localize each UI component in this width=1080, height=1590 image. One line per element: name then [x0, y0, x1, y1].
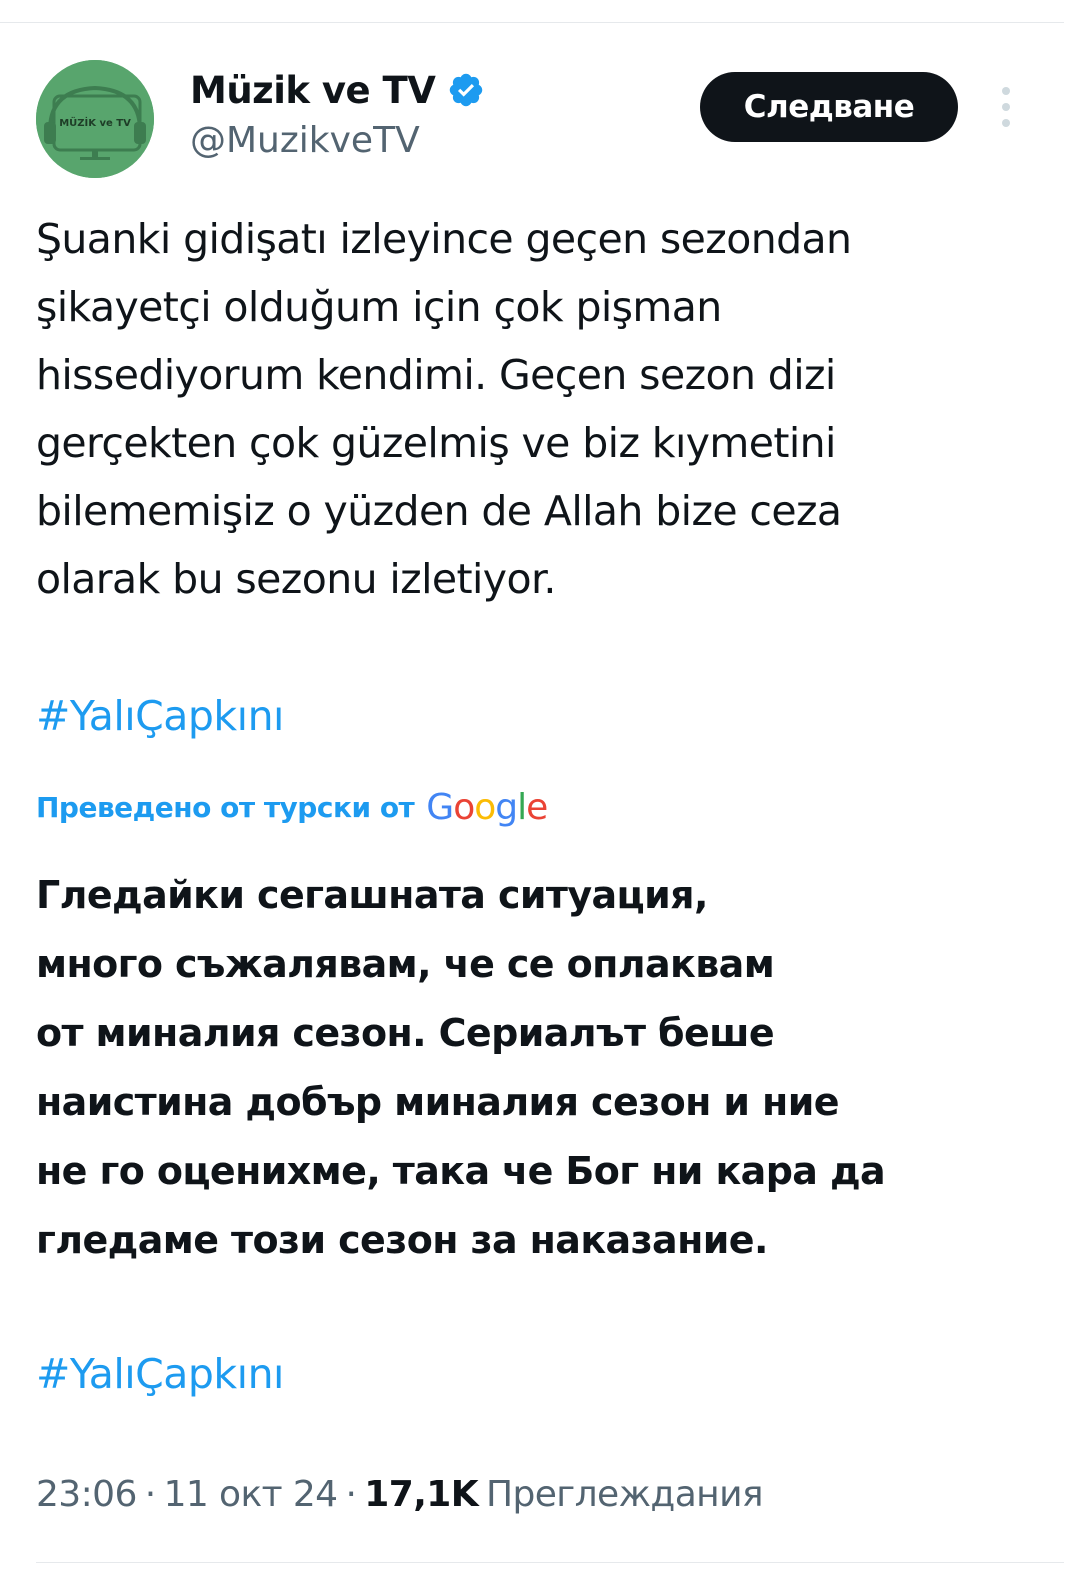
tweet-date[interactable]: 11 окт 24 [164, 1474, 338, 1515]
tweet-line: bilememişiz o yüzden de Allah bize ceza [36, 487, 842, 535]
translation-line: наистина добър миналия сезон и ние [36, 1080, 839, 1124]
verified-badge-icon [450, 73, 483, 107]
top-divider [0, 22, 1064, 23]
hashtag-link[interactable]: #YalıÇapkını [36, 692, 284, 740]
views-label[interactable]: Преглеждания [486, 1474, 764, 1515]
translated-label: Преведено от турски от [36, 790, 415, 824]
meta-separator: · [345, 1474, 357, 1515]
meta-separator: · [144, 1474, 156, 1515]
translation-line: Гледайки сегашната ситуация, [36, 873, 708, 917]
more-vertical-icon[interactable] [990, 84, 1022, 130]
translation-text: Гледайки сегашната ситуация, много съжал… [36, 861, 1046, 1275]
follow-button[interactable]: Следване [700, 72, 958, 142]
google-logo: Google [426, 786, 548, 828]
tweet-text: Şuanki gidişatı izleyince geçen sezondan… [36, 205, 1046, 613]
display-name[interactable]: Müzik ve TV [190, 69, 436, 112]
hashtag-link[interactable]: #YalıÇapkını [36, 1350, 284, 1398]
translation-line: от миналия сезон. Сериалът беше [36, 1011, 775, 1055]
translation-line: гледаме този сезон за наказание. [36, 1218, 768, 1262]
avatar-logo-icon: MÜZİK ve TV [36, 60, 154, 178]
tweet-line: hissediyorum kendimi. Geçen sezon dizi [36, 351, 836, 399]
tweet-line: Şuanki gidişatı izleyince geçen sezondan [36, 215, 852, 263]
name-row: Müzik ve TV [190, 66, 485, 114]
tweet-line: olarak bu sezonu izletiyor. [36, 555, 556, 603]
bottom-divider [36, 1562, 1064, 1563]
avatar[interactable]: MÜZİK ve TV [36, 60, 154, 178]
tweet-line: şikayetçi olduğum için çok pişman [36, 283, 722, 331]
translation-attribution[interactable]: Преведено от турски от Google [36, 782, 548, 832]
tweet-meta: 23:06 · 11 окт 24 · 17,1K Преглеждания [36, 1474, 764, 1515]
views-count[interactable]: 17,1K [364, 1474, 478, 1515]
tweet-line: gerçekten çok güzelmiş ve biz kıymetini [36, 419, 836, 467]
handle[interactable]: @MuzikveTV [190, 120, 420, 161]
tweet-time[interactable]: 23:06 [36, 1474, 137, 1515]
translation-line: много съжалявам, че се оплаквам [36, 942, 775, 986]
translation-line: не го оценихме, така че Бог ни кара да [36, 1149, 886, 1193]
avatar-text: MÜZİK ve TV [59, 115, 131, 129]
